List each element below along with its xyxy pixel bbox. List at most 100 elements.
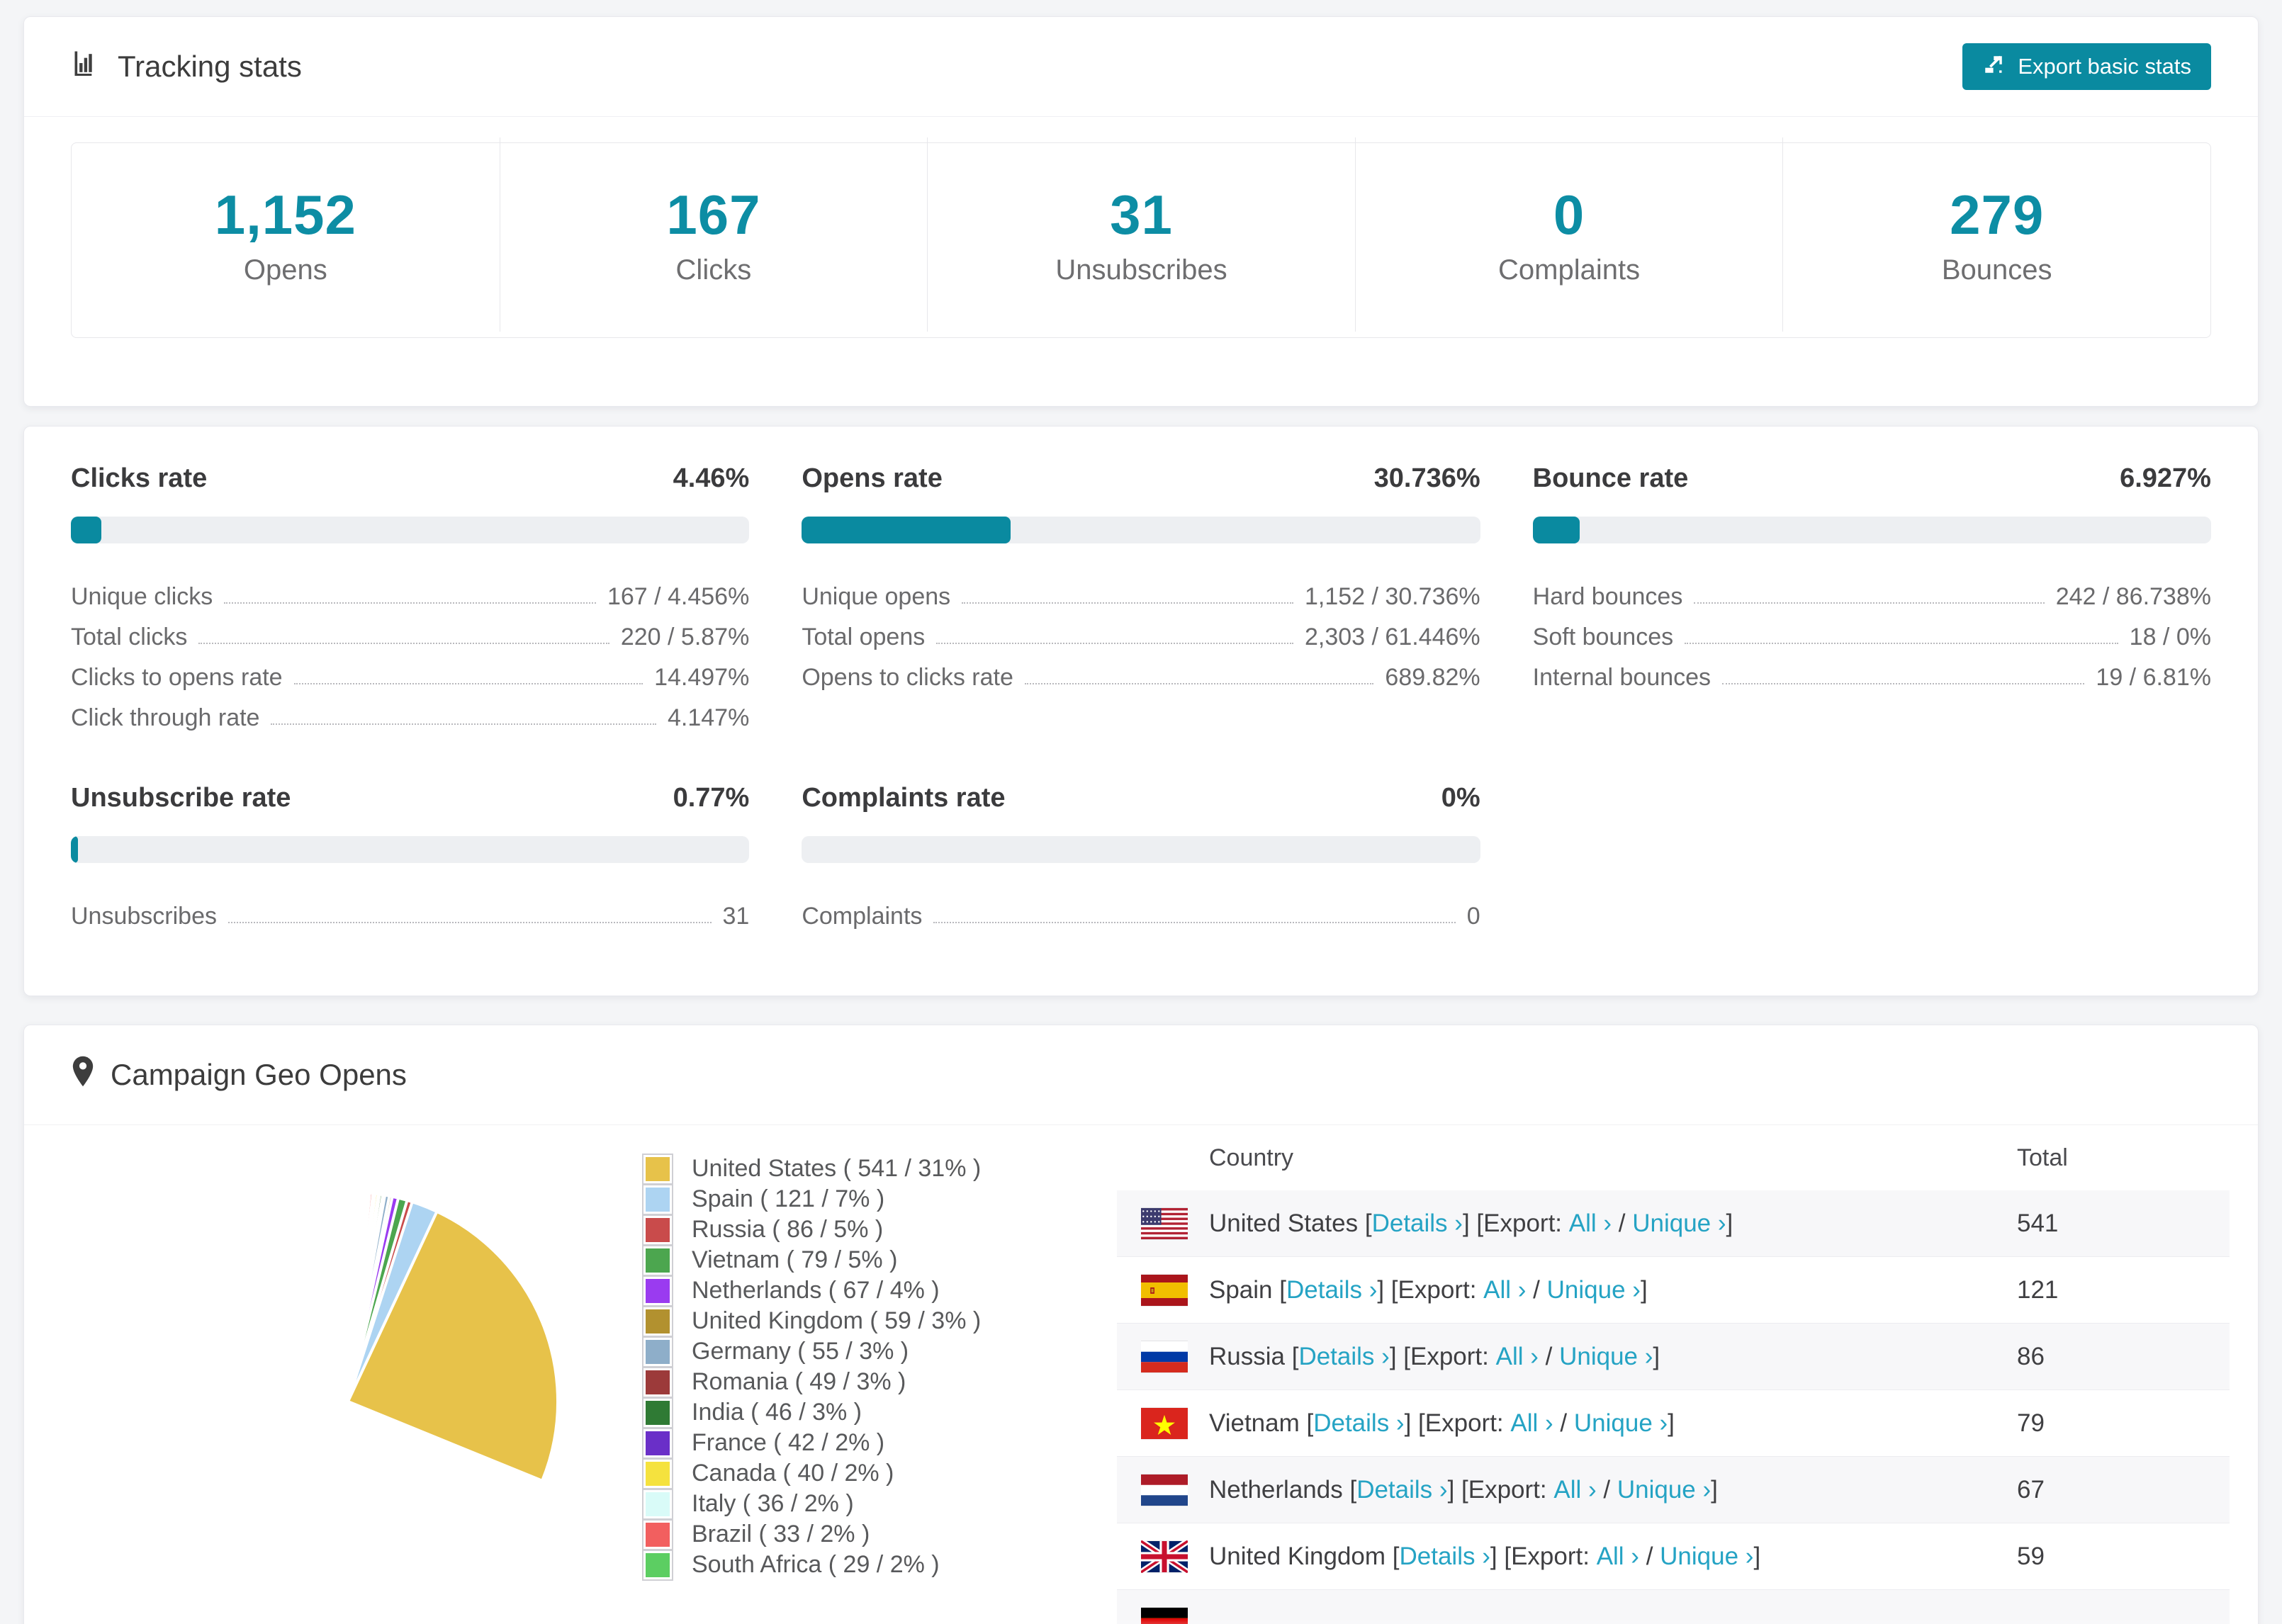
country-total: 59: [2017, 1542, 2045, 1570]
export-all-link[interactable]: All ›: [1569, 1209, 1612, 1237]
rate-rows: Unique opens 1,152 / 30.736% Total opens…: [802, 570, 1480, 692]
country-flag-icon: [1141, 1540, 1188, 1573]
rate-head: Clicks rate 4.46%: [71, 463, 749, 494]
dotted-leader: [1722, 683, 2085, 684]
country-flag-icon: [1141, 1474, 1188, 1506]
legend-swatch: [642, 1183, 673, 1215]
legend-swatch: [642, 1153, 673, 1185]
legend-label: Spain ( 121 / 7% ): [692, 1185, 885, 1212]
stat-value: 1,152: [214, 184, 356, 246]
stat-value: 279: [1950, 184, 2045, 246]
details-link[interactable]: Details ›: [1298, 1343, 1389, 1370]
stat-value: 0: [1553, 184, 1585, 246]
legend-item: Italy ( 36 / 2% ): [642, 1488, 996, 1520]
export-unique-link[interactable]: Unique ›: [1574, 1409, 1668, 1437]
country-total: 67: [2017, 1475, 2045, 1504]
details-link[interactable]: Details ›: [1400, 1543, 1490, 1570]
rate-row-label: Internal bounces: [1532, 664, 1712, 691]
rate-row-value: 19 / 6.81%: [2096, 664, 2211, 691]
legend-item: Spain ( 121 / 7% ): [642, 1183, 996, 1215]
export-button-label: Export basic stats: [2018, 54, 2191, 79]
rate-row: Opens to clicks rate 689.82%: [802, 651, 1480, 692]
geo-header: Campaign Geo Opens: [24, 1025, 2258, 1125]
export-unique-link[interactable]: Unique ›: [1559, 1343, 1653, 1370]
dotted-leader: [271, 723, 656, 725]
rate-row-value: 1,152 / 30.736%: [1305, 583, 1480, 610]
export-unique-link[interactable]: Unique ›: [1660, 1543, 1753, 1570]
rate-row-value: 220 / 5.87%: [620, 624, 750, 650]
stat-box: 279 Bounces: [1782, 137, 2210, 332]
rate-progress-fill: [71, 836, 78, 863]
details-link[interactable]: Details ›: [1313, 1409, 1404, 1437]
rate-percent: 30.736%: [1373, 463, 1480, 493]
country-total: 121: [2017, 1275, 2059, 1304]
legend-item: Canada ( 40 / 2% ): [642, 1457, 996, 1489]
legend-swatch: [642, 1366, 673, 1398]
stat-label: Clicks: [675, 254, 752, 286]
rate-block: Bounce rate 6.927% Hard bounces 242 / 86…: [1532, 463, 2211, 732]
rate-row-value: 167 / 4.456%: [607, 583, 750, 610]
rate-row-label: Soft bounces: [1532, 624, 1674, 650]
rate-block: Unsubscribe rate 0.77% Unsubscribes 31: [71, 783, 750, 930]
export-basic-stats-button[interactable]: Export basic stats: [1962, 43, 2211, 90]
country-flag-icon: [1141, 1607, 1188, 1624]
country-total: 79: [2017, 1409, 2045, 1437]
rate-percent: 6.927%: [2120, 463, 2211, 493]
export-all-link[interactable]: All ›: [1597, 1543, 1639, 1570]
rate-row: Total clicks 220 / 5.87%: [71, 611, 749, 651]
export-unique-link[interactable]: Unique ›: [1617, 1476, 1711, 1504]
geo-country-table[interactable]: Country Total United States [Details ›] …: [1117, 1125, 2230, 1624]
export-unique-link[interactable]: Unique ›: [1632, 1209, 1726, 1237]
export-all-link[interactable]: All ›: [1483, 1276, 1526, 1304]
details-link[interactable]: Details ›: [1372, 1209, 1463, 1237]
export-word: Export:: [1398, 1275, 1477, 1304]
legend-label: South Africa ( 29 / 2% ): [692, 1551, 940, 1578]
country-text: Spain [Details ›] [Export: All › / Uniqu…: [1209, 1275, 1648, 1304]
map-pin-icon: [71, 1055, 95, 1095]
legend-swatch: [642, 1275, 673, 1307]
details-link[interactable]: Details ›: [1356, 1476, 1447, 1504]
rate-title: Opens rate: [802, 463, 943, 493]
country-cell: Spain [Details ›] [Export: All › / Uniqu…: [1141, 1274, 2017, 1307]
legend-item: Vietnam ( 79 / 5% ): [642, 1244, 996, 1276]
table-row: United States [Details ›] [Export: All ›…: [1117, 1190, 2230, 1256]
details-link[interactable]: Details ›: [1286, 1276, 1377, 1304]
rate-row-value: 689.82%: [1385, 664, 1480, 691]
country-flag-icon: [1141, 1341, 1188, 1373]
legend-item: Russia ( 86 / 5% ): [642, 1214, 996, 1246]
export-unique-link[interactable]: Unique ›: [1547, 1276, 1641, 1304]
country-total: 86: [2017, 1342, 2045, 1370]
page: Tracking stats Export basic stats 1,152 …: [0, 0, 2282, 1624]
rate-row: Clicks to opens rate 14.497%: [71, 651, 749, 692]
country-cell: Vietnam [Details ›] [Export: All › / Uni…: [1141, 1407, 2017, 1440]
export-all-link[interactable]: All ›: [1510, 1409, 1553, 1437]
legend-label: Russia ( 86 / 5% ): [692, 1216, 884, 1243]
rate-row-label: Unique opens: [802, 583, 951, 610]
dotted-leader: [224, 602, 596, 604]
rate-progress-fill: [71, 517, 101, 543]
rate-row-value: 18 / 0%: [2129, 624, 2211, 650]
stat-label: Bounces: [1941, 254, 2052, 286]
stat-label: Unsubscribes: [1055, 254, 1227, 286]
tracking-stats-title-row: Tracking stats: [71, 47, 302, 86]
rate-percent: 0.77%: [673, 783, 750, 813]
export-all-link[interactable]: All ›: [1496, 1343, 1539, 1370]
legend-item: United States ( 541 / 31% ): [642, 1153, 996, 1185]
geo-pie-chart: [347, 1190, 560, 1482]
rate-row-label: Unsubscribes: [71, 903, 217, 930]
country-cell: United States [Details ›] [Export: All ›…: [1141, 1207, 2017, 1240]
rates-card: Clicks rate 4.46% Unique clicks 167 / 4.…: [23, 426, 2259, 996]
rate-row: Click through rate 4.147%: [71, 692, 749, 732]
country-text: United Kingdom [Details ›] [Export: All …: [1209, 1542, 1761, 1570]
legend-item: Romania ( 49 / 3% ): [642, 1366, 996, 1398]
tracking-stats-card: Tracking stats Export basic stats 1,152 …: [23, 16, 2259, 407]
rate-row: Unsubscribes 31: [71, 890, 749, 930]
legend-item: United Kingdom ( 59 / 3% ): [642, 1305, 996, 1337]
rate-progress-fill: [802, 517, 1011, 543]
stat-box: 1,152 Opens: [72, 137, 500, 332]
legend-label: Vietnam ( 79 / 5% ): [692, 1246, 898, 1273]
bar-chart-icon: [71, 47, 102, 86]
country-name: Spain: [1209, 1275, 1273, 1304]
rate-rows: Hard bounces 242 / 86.738% Soft bounces …: [1533, 570, 2211, 692]
export-all-link[interactable]: All ›: [1553, 1476, 1596, 1504]
